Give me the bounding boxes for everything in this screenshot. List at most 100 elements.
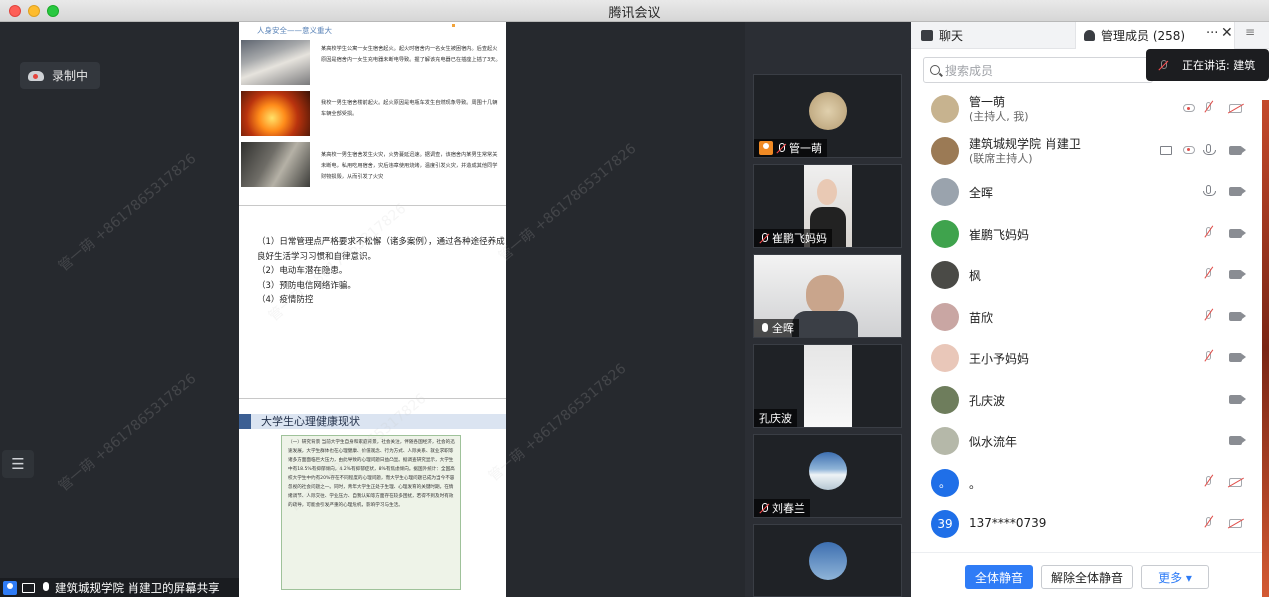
- camera-icon[interactable]: [1229, 270, 1246, 279]
- member-row[interactable]: 枫: [911, 254, 1269, 295]
- avatar: [931, 178, 959, 206]
- member-name: 枫: [969, 269, 982, 283]
- member-name: 孔庆波: [969, 393, 1006, 408]
- avatar: [931, 344, 959, 372]
- video-strip: 管一萌 崔鹏飞妈妈 全晖 孔庆波 刘春兰: [745, 22, 911, 597]
- member-role: (联席主持人): [969, 151, 1033, 165]
- doc-divider: [239, 398, 506, 399]
- recording-label: 录制中: [52, 69, 89, 83]
- video-tile[interactable]: [753, 524, 902, 597]
- video-tile[interactable]: 全晖: [753, 254, 902, 338]
- panel-footer: 全体静音 解除全体静音 更多 ▾: [911, 552, 1269, 597]
- camera-off-icon[interactable]: [1229, 519, 1242, 528]
- mute-all-button[interactable]: 全体静音: [965, 565, 1033, 589]
- watermark: 管一萌 +8617865317826: [495, 140, 640, 265]
- unmute-all-button[interactable]: 解除全体静音: [1041, 565, 1133, 589]
- video-tile[interactable]: 孔庆波: [753, 344, 902, 428]
- member-row[interactable]: 。。: [911, 462, 1269, 503]
- record-icon[interactable]: [1183, 104, 1195, 112]
- member-row[interactable]: 孔庆波: [911, 379, 1269, 420]
- mic-muted-icon[interactable]: [1206, 309, 1211, 319]
- list-icon: ☰: [11, 455, 25, 473]
- doc-item: （2）电动车潜在隐患。: [257, 266, 348, 276]
- tile-name-bar: 刘春兰: [754, 499, 810, 517]
- mic-muted-icon[interactable]: [1206, 517, 1211, 526]
- member-search-input[interactable]: 搜索成员: [923, 57, 1153, 83]
- tile-name: 崔鹏飞妈妈: [772, 232, 827, 245]
- cloud-record-icon: [28, 70, 44, 81]
- share-label: 建筑城规学院 肖建卫的屏幕共享: [55, 580, 220, 595]
- mic-muted-icon: [1158, 59, 1168, 71]
- user-icon: [3, 580, 17, 595]
- member-row[interactable]: 王小予妈妈: [911, 337, 1269, 378]
- list-toggle-button[interactable]: ☰: [2, 450, 34, 478]
- camera-icon[interactable]: [1229, 436, 1246, 445]
- record-icon[interactable]: [1183, 145, 1195, 154]
- member-row[interactable]: 崔鹏飞妈妈: [911, 213, 1269, 254]
- camera-icon[interactable]: [1229, 394, 1246, 404]
- meeting-stage: 录制中 ☰ 人身安全——意义重大 某高校学生公寓一女生宿舍起火。起火时宿舍内一名…: [0, 22, 911, 597]
- camera-icon[interactable]: [1229, 311, 1246, 321]
- member-name: 王小予妈妈: [969, 352, 1030, 366]
- member-row[interactable]: 39 137****0739: [911, 503, 1269, 544]
- mic-muted-icon: [759, 502, 769, 514]
- fire-photo-2: [241, 91, 310, 136]
- mic-icon[interactable]: [1203, 143, 1216, 155]
- window-title: 腾讯会议: [608, 6, 661, 21]
- mic-muted-icon[interactable]: [1206, 102, 1211, 111]
- doc-item: （1）日常管理点严格要求不松懈（诸多案例），通过各种途径养成良好生活学习习惯和自…: [257, 237, 505, 262]
- avatar: [931, 136, 959, 165]
- member-row[interactable]: 似水流年: [911, 420, 1269, 461]
- camera-off-icon[interactable]: [1229, 477, 1242, 487]
- more-button[interactable]: 更多 ▾: [1141, 565, 1209, 589]
- avatar: [931, 302, 959, 331]
- panel-menu-button[interactable]: ≡: [1245, 25, 1255, 39]
- camera-icon[interactable]: [1229, 145, 1246, 155]
- speaking-label: 正在讲话: 建筑: [1182, 59, 1256, 72]
- member-row[interactable]: 建筑城规学院 肖建卫 (联席主持人): [911, 130, 1269, 171]
- doc-item: （4）疫情防控: [257, 295, 314, 305]
- doc-paragraph-2: 我校一男生宿舍楼前起火。起火原因是电瓶车发生自燃现象导致。周围十几辆车辆全部受损…: [321, 100, 498, 117]
- camera-off-icon[interactable]: [1229, 104, 1242, 113]
- doc-item-list: （1）日常管理点严格要求不松懈（诸多案例），通过各种途径养成良好生活学习习惯和自…: [257, 235, 505, 308]
- shared-document: 人身安全——意义重大 某高校学生公寓一女生宿舍起火。起火时宿舍内一名女生被困宿内…: [239, 22, 506, 597]
- tile-name: 刘春兰: [772, 502, 805, 515]
- member-row[interactable]: 全晖: [911, 171, 1269, 212]
- doc-section-2: 大学生心理健康现状 （一）研究背景 当前大学生自身和家庭背景，社会关注，伴随各国…: [239, 412, 506, 597]
- avatar: [931, 385, 959, 414]
- screen-share-indicator: 建筑城规学院 肖建卫的屏幕共享: [0, 578, 239, 597]
- avatar: [809, 542, 847, 580]
- camera-icon[interactable]: [1229, 187, 1246, 196]
- member-name: 似水流年: [969, 435, 1018, 449]
- doc-paragraph-1: 某高校学生公寓一女生宿舍起火。起火时宿舍内一名女生被困宿内。后查起火原因是宿舍内…: [321, 46, 501, 63]
- member-panel: 聊天 管理成员 (258) ··· ✕ ≡ 搜索成员 管一萌 (主持人, 我) 建筑…: [911, 22, 1269, 597]
- camera-icon[interactable]: [1229, 353, 1246, 362]
- video-tile[interactable]: 管一萌: [753, 74, 902, 158]
- member-row[interactable]: 管一萌 (主持人, 我): [911, 88, 1269, 129]
- avatar: [809, 92, 847, 130]
- screen-share-icon[interactable]: [1160, 145, 1172, 155]
- tab-members-label: 管理成员 (258): [1101, 29, 1186, 43]
- mic-muted-icon[interactable]: [1206, 268, 1211, 277]
- mic-muted-icon[interactable]: [1206, 351, 1211, 360]
- doc-section-header: 人身安全——意义重大: [257, 26, 332, 35]
- mic-muted-icon[interactable]: [1206, 226, 1211, 236]
- tab-chat[interactable]: 聊天: [921, 22, 963, 49]
- more-options-button[interactable]: ···: [1206, 26, 1218, 41]
- mic-muted-icon: [776, 142, 786, 154]
- tile-name-bar: 全晖: [754, 319, 799, 337]
- search-placeholder: 搜索成员: [945, 63, 994, 78]
- tile-name-bar: 管一萌: [754, 139, 827, 157]
- video-tile[interactable]: 崔鹏飞妈妈: [753, 164, 902, 248]
- recording-indicator[interactable]: 录制中: [20, 62, 100, 89]
- title-bar: 腾讯会议: [0, 0, 1269, 22]
- member-row[interactable]: 苗欣: [911, 296, 1269, 337]
- chat-icon: [921, 30, 933, 41]
- avatar: [931, 427, 959, 455]
- video-tile[interactable]: 刘春兰: [753, 434, 902, 518]
- mic-muted-icon[interactable]: [1206, 475, 1211, 485]
- close-panel-button[interactable]: ✕: [1221, 25, 1233, 41]
- avatar: 39: [931, 510, 959, 538]
- camera-icon[interactable]: [1229, 228, 1246, 238]
- mic-icon[interactable]: [1203, 185, 1216, 196]
